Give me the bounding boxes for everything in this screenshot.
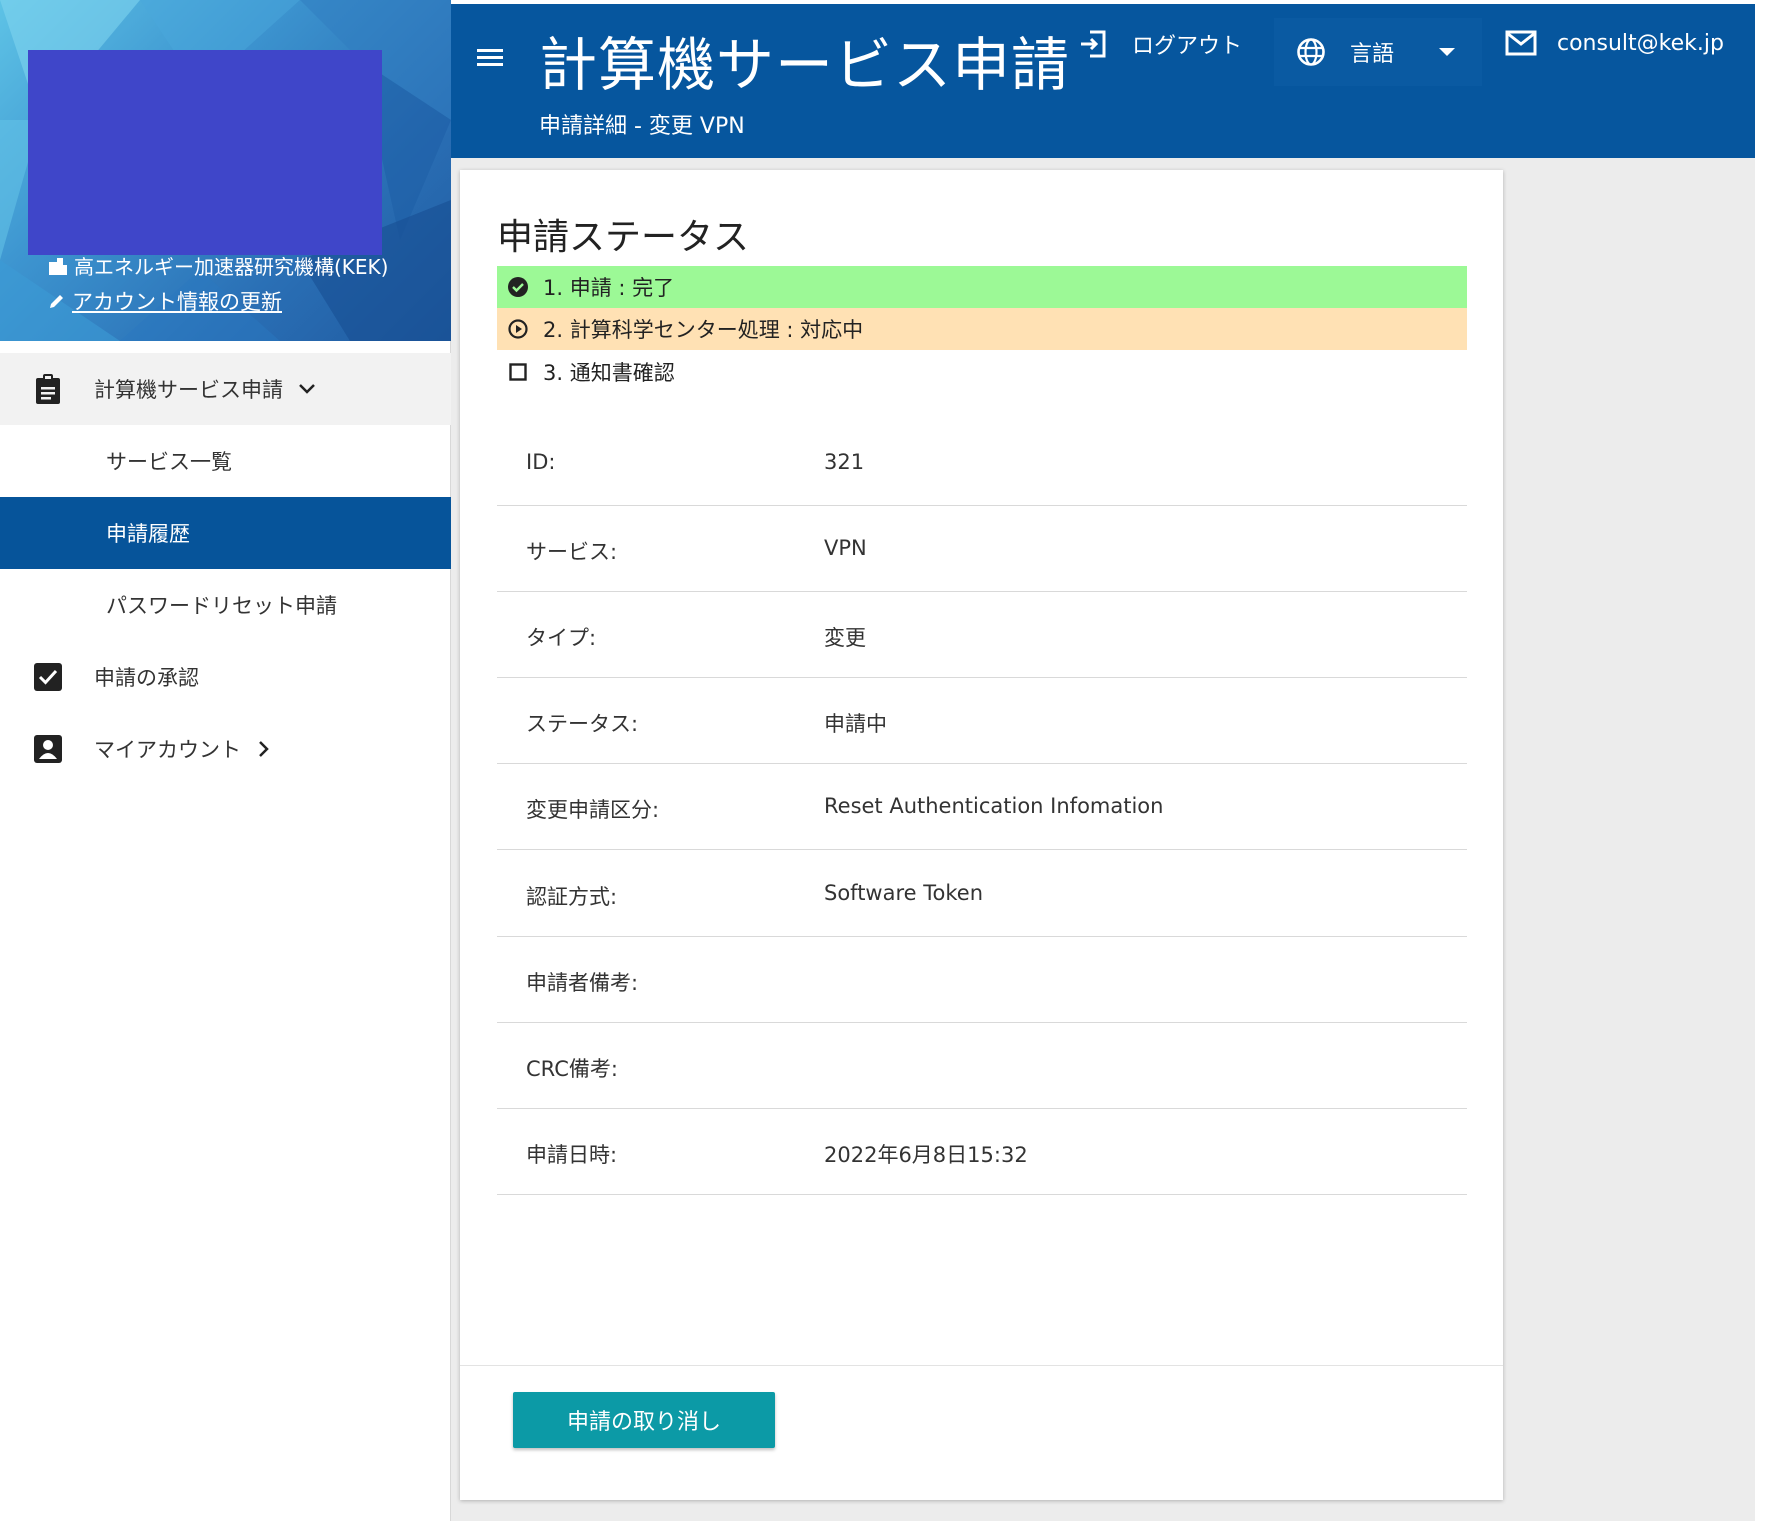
play-circle-icon (507, 318, 529, 340)
sidebar-item-label: 申請の承認 (94, 666, 199, 690)
building-icon (49, 257, 67, 275)
detail-key: CRC備考: (526, 1057, 618, 1081)
detail-key: 申請者備考: (526, 971, 639, 995)
detail-row-type: タイプ: 変更 (497, 592, 1467, 678)
detail-value: 321 (824, 450, 865, 474)
checkbox-checked-icon (32, 661, 64, 693)
sidebar-banner: 高エネルギー加速器研究機構(KEK) アカウント情報の更新 (0, 0, 451, 341)
detail-value: Reset Authentication Infomation (824, 794, 1164, 818)
check-circle-icon (507, 276, 529, 298)
clipboard-icon (32, 373, 64, 405)
status-step-label: 3. 通知書確認 (543, 361, 675, 385)
account-update[interactable]: アカウント情報の更新 (48, 286, 282, 316)
detail-key: ID: (526, 450, 556, 474)
app-title: 計算機サービス申請 (539, 31, 1071, 99)
detail-row-applicant-note: 申請者備考: (497, 937, 1467, 1023)
detail-row-auth-method: 認証方式: Software Token (497, 851, 1467, 937)
email-contact[interactable]: consult@kek.jp (1505, 30, 1724, 56)
sidebar-item-label: 計算機サービス申請 (94, 378, 283, 402)
detail-row-id: ID: 321 (497, 420, 1467, 506)
email-label: consult@kek.jp (1557, 30, 1724, 56)
page-subtitle: 申請詳細 - 変更 VPN (539, 114, 745, 139)
status-step-label: 1. 申請 : 完了 (543, 276, 675, 300)
status-title: 申請ステータス (497, 217, 750, 258)
request-detail-card: 申請ステータス 1. 申請 : 完了 2. 計算科学センター処理 : 対応中 3… (460, 170, 1503, 1500)
sidebar-item-service-request[interactable]: 計算機サービス申請 (0, 353, 451, 425)
pencil-icon (50, 295, 63, 308)
detail-key: タイプ: (526, 626, 597, 650)
logout-icon (1081, 30, 1106, 58)
right-gutter (1755, 0, 1781, 1521)
checkbox-empty-icon (507, 361, 529, 383)
detail-value: Software Token (824, 881, 983, 905)
detail-value: 申請中 (824, 712, 887, 736)
detail-value: 2022年6月8日15:32 (824, 1143, 1028, 1167)
detail-row-status: ステータス: 申請中 (497, 678, 1467, 764)
language-select[interactable]: 言語 (1274, 18, 1482, 86)
detail-key: サービス: (526, 540, 618, 564)
mail-icon (1505, 30, 1537, 56)
logout-label: ログアウト (1132, 34, 1243, 59)
detail-row-crc-note: CRC備考: (497, 1023, 1467, 1109)
detail-key: 認証方式: (526, 885, 618, 909)
sidebar-item-service-list[interactable]: サービス一覧 (0, 425, 451, 497)
detail-key: 申請日時: (526, 1143, 618, 1167)
app-header: 計算機サービス申請 申請詳細 - 変更 VPN ログアウト 言語 consult… (451, 4, 1755, 158)
account-update-link[interactable]: アカウント情報の更新 (72, 286, 282, 316)
hamburger-menu-icon[interactable] (473, 42, 507, 72)
detail-row-change-category: 変更申請区分: Reset Authentication Infomation (497, 764, 1467, 850)
detail-key: ステータス: (526, 712, 639, 736)
logout-button[interactable]: ログアウト (1078, 28, 1242, 60)
sidebar-item-password-reset[interactable]: パスワードリセット申請 (0, 569, 451, 641)
org-label: 高エネルギー加速器研究機構(KEK) (48, 251, 388, 280)
cancel-request-button[interactable]: 申請の取り消し (513, 1392, 775, 1448)
detail-row-service: サービス: VPN (497, 506, 1467, 592)
avatar (28, 50, 382, 255)
sidebar: 高エネルギー加速器研究機構(KEK) アカウント情報の更新 計算機サービス申請 (0, 0, 451, 1521)
chevron-right-icon (259, 741, 269, 757)
org-name: 高エネルギー加速器研究機構(KEK) (74, 255, 389, 279)
status-step-1: 1. 申請 : 完了 (497, 266, 1467, 308)
language-label: 言語 (1350, 42, 1395, 67)
account-box-icon (32, 733, 64, 765)
caret-down-icon (1439, 48, 1456, 56)
sidebar-item-approval[interactable]: 申請の承認 (0, 641, 451, 713)
status-step-2: 2. 計算科学センター処理 : 対応中 (497, 308, 1467, 350)
detail-key: 変更申請区分: (526, 798, 660, 822)
sidebar-item-label: マイアカウント (94, 738, 241, 762)
side-nav: 計算機サービス申請 サービス一覧 申請履歴 パスワードリセット申請 申請の承認 (0, 353, 451, 785)
detail-value: 変更 (824, 626, 866, 650)
status-step-label: 2. 計算科学センター処理 : 対応中 (543, 318, 864, 342)
globe-icon (1297, 38, 1325, 66)
detail-row-request-date: 申請日時: 2022年6月8日15:32 (497, 1109, 1467, 1195)
card-footer-divider (460, 1365, 1503, 1366)
sidebar-item-my-account[interactable]: マイアカウント (0, 713, 451, 785)
detail-value: VPN (824, 536, 867, 560)
sidebar-item-request-history[interactable]: 申請履歴 (0, 497, 451, 569)
chevron-down-icon (299, 384, 315, 394)
status-step-3: 3. 通知書確認 (497, 351, 1467, 393)
